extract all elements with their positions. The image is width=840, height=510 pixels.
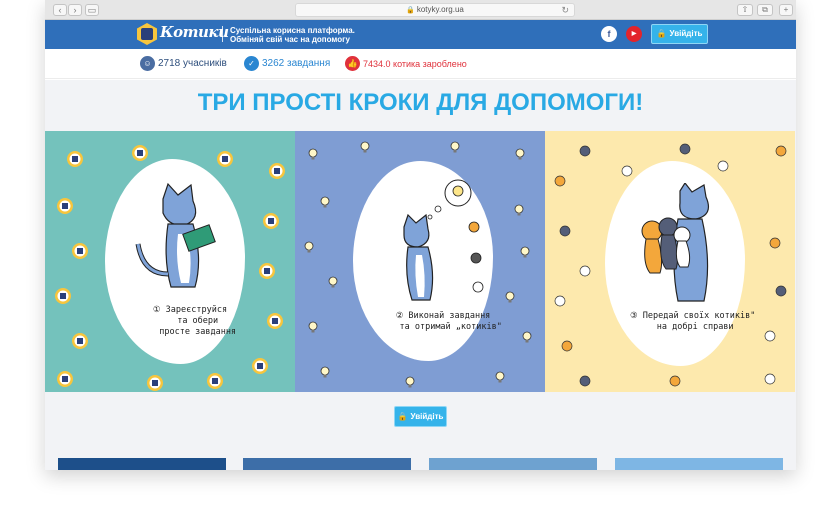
forward-icon[interactable]: ›	[68, 4, 82, 16]
browser-window: ‹ › ▭ 🔒 kotyky.org.ua ↻ ⇧ ⧉ + Котики Сусп…	[45, 0, 796, 470]
address-bar[interactable]: 🔒 kotyky.org.ua ↻	[295, 3, 575, 17]
site-logo[interactable]: Котики	[137, 22, 229, 46]
lock-icon: 🔒	[397, 412, 408, 421]
thumbnail-card-2[interactable]	[243, 458, 411, 470]
sidebar-icon[interactable]: ▭	[85, 4, 99, 16]
page-title: ТРИ ПРОСТІ КРОКИ ДЛЯ ДОПОМОГИ!	[197, 89, 644, 116]
facebook-icon[interactable]: f	[601, 26, 617, 42]
stat-cats-earned: 👍 7434.0 котика зароблено	[345, 56, 467, 72]
step-panel-3: ③ Передай своїх котиків" на добрі справи	[545, 131, 795, 392]
step-3-caption: ③ Передай своїх котиків" на добрі справи	[630, 311, 756, 332]
header-divider	[222, 26, 223, 42]
stats-bar: ☺ 2718 учасників ✓ 3262 завдання 👍 7434.0 к…	[45, 49, 796, 79]
cat-with-laptop-illustration	[135, 182, 216, 288]
lock-icon: 🔒	[406, 7, 415, 14]
step-panel-2: ② Виконай завдання та отримай „котиків"	[295, 131, 545, 392]
step-2-caption: ② Виконай завдання та отримай „котиків"	[395, 311, 502, 332]
thumbnail-card-1[interactable]	[58, 458, 226, 470]
stat-tasks-text: 3262 завдання	[262, 58, 331, 69]
site-tagline: Суспільна корисна платформа. Обміняй сві…	[230, 26, 355, 44]
step-panel-1: ① Зареєструйся та обери просте завдання	[45, 131, 295, 392]
share-icon[interactable]: ⇧	[737, 4, 753, 16]
url-text: kotyky.org.ua	[416, 5, 464, 14]
thumbnail-card-3[interactable]	[429, 458, 597, 470]
tagline-line-2: Обміняй свій час на допомогу	[230, 35, 350, 44]
login-button[interactable]: 🔒 Увійдіть	[651, 24, 708, 44]
thumbnail-card-4[interactable]	[615, 458, 783, 470]
back-icon[interactable]: ‹	[53, 4, 67, 16]
new-tab-icon[interactable]: +	[779, 4, 793, 16]
stat-members: ☺ 2718 учасників	[140, 56, 227, 72]
step-1-caption: ① Зареєструйся та обери просте завдання	[152, 305, 237, 337]
browser-toolbar: ‹ › ▭ 🔒 kotyky.org.ua ↻ ⇧ ⧉ +	[45, 0, 796, 20]
stat-tasks: ✓ 3262 завдання	[244, 56, 330, 72]
cat-earning-kittens-illustration	[403, 179, 484, 301]
thumbs-up-icon: 👍	[345, 56, 360, 71]
logo-badge-icon	[137, 23, 157, 45]
logo-text: Котики	[160, 23, 229, 41]
site-header: Котики Суспільна корисна платформа. Обмі…	[45, 20, 796, 49]
cat-giving-kittens-illustration	[641, 183, 709, 302]
cta-login-button[interactable]: 🔒 Увійдіть	[394, 406, 447, 427]
tagline-line-1: Суспільна корисна платформа.	[230, 26, 355, 35]
login-label: Увійдіть	[669, 29, 703, 38]
stat-cats-text: 7434.0 котика зароблено	[363, 59, 467, 69]
youtube-icon[interactable]: ▶	[626, 26, 642, 42]
tabs-icon[interactable]: ⧉	[757, 4, 773, 16]
stat-members-text: 2718 учасників	[158, 58, 227, 69]
reload-icon[interactable]: ↻	[561, 4, 569, 16]
cta-login-label: Увійдіть	[410, 412, 444, 421]
checkbox-icon: ✓	[244, 56, 259, 71]
users-icon: ☺	[140, 56, 155, 71]
lock-icon: 🔒	[656, 29, 667, 38]
